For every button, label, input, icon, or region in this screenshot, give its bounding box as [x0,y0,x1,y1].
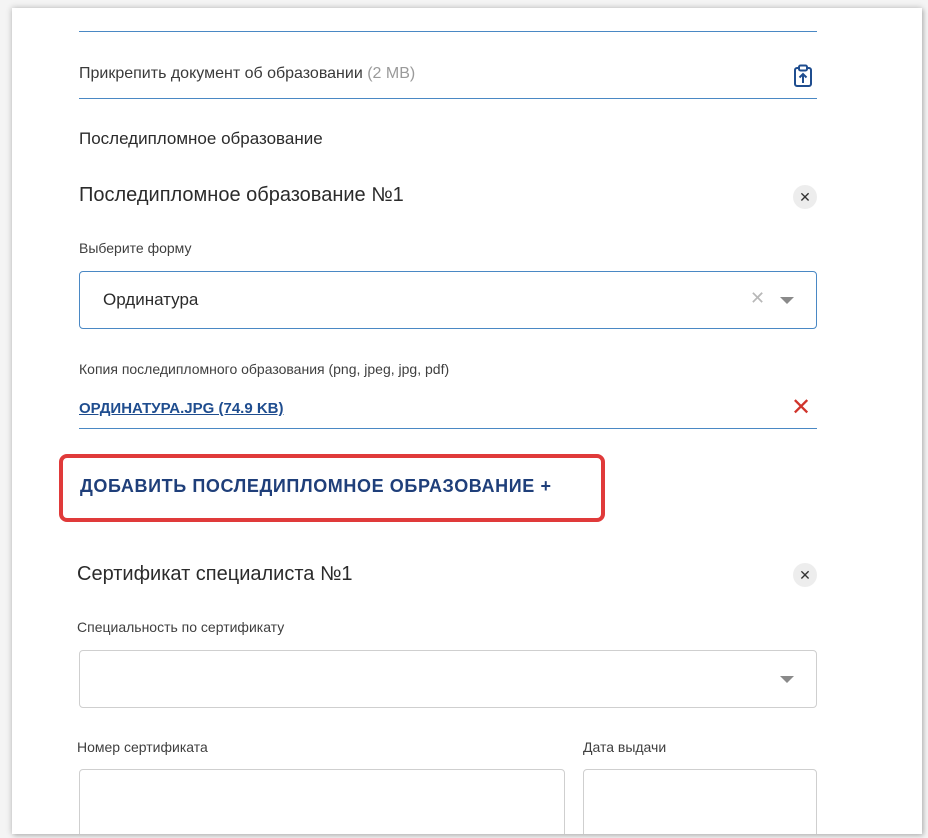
specialty-label: Специальность по сертификату [77,619,285,635]
close-icon: ✕ [799,566,811,583]
attach-size-hint: (2 MB) [367,65,416,82]
chevron-down-icon[interactable] [780,676,794,683]
postgrad-copy-label: Копия последипломного образования (png, … [79,361,450,377]
postgrad-entry-title: Последипломное образование №1 [79,184,404,206]
form-select-label: Выберите форму [79,240,192,256]
remove-certificate-button[interactable]: ✕ [793,563,817,587]
issue-date-input[interactable] [583,769,817,834]
specialty-select[interactable] [79,650,817,708]
attach-education-label: Прикрепить документ об образовании [79,65,363,82]
close-icon: ✕ [799,188,811,205]
uploaded-file-link[interactable]: ОРДИНАТУРА.JPG (74.9 KB) [79,400,284,417]
certificate-entry-title: Сертификат специалиста №1 [77,563,353,585]
certificate-number-input[interactable] [79,769,565,834]
clipboard-upload-icon[interactable] [792,64,814,88]
form-select-value: Ординатура [103,290,199,309]
certificate-number-label: Номер сертификата [77,739,208,755]
remove-file-icon[interactable]: ✕ [791,396,811,420]
form-select[interactable]: Ординатура ✕ [79,271,817,329]
postgrad-section-title: Последипломное образование [79,129,323,148]
add-postgrad-button[interactable]: ДОБАВИТЬ ПОСЛЕДИПЛОМНОЕ ОБРАЗОВАНИЕ + [80,476,552,497]
attach-education-underline [79,98,817,99]
top-divider [79,31,817,32]
form-card: Прикрепить документ об образовании (2 MB… [12,8,922,834]
attach-education-row[interactable]: Прикрепить документ об образовании (2 MB… [79,65,739,83]
remove-postgrad-button[interactable]: ✕ [793,185,817,209]
clear-selection-icon[interactable]: ✕ [750,288,765,309]
issue-date-label: Дата выдачи [583,739,667,755]
chevron-down-icon[interactable] [780,297,794,304]
file-underline [79,428,817,429]
